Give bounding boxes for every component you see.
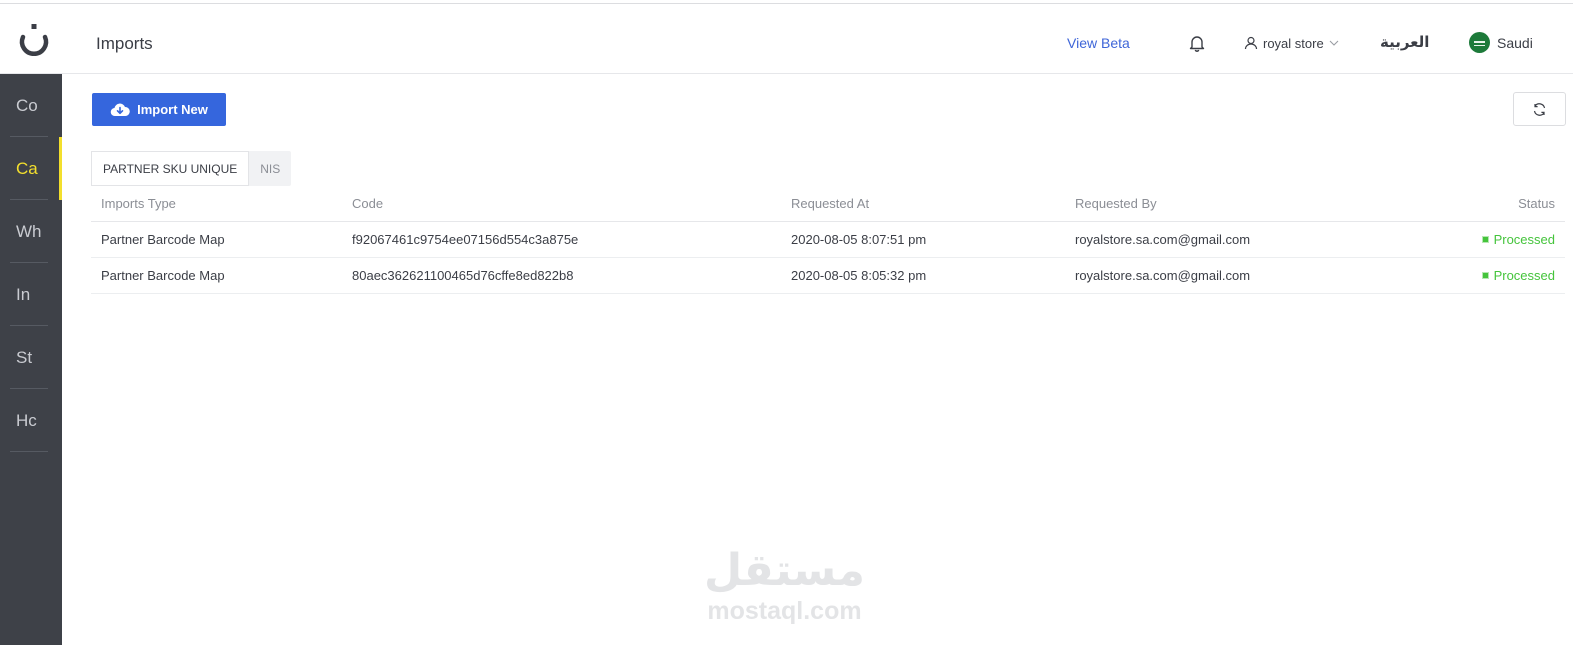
sidebar-item-co[interactable]: Co — [0, 74, 62, 137]
cloud-download-icon — [110, 103, 130, 116]
sidebar: Co Ca Wh In St Hc — [0, 74, 62, 645]
refresh-button[interactable] — [1513, 92, 1566, 126]
cell-requested-at: 2020-08-05 8:05:32 pm — [791, 268, 927, 283]
status-label: Processed — [1493, 232, 1555, 247]
column-header-imports-type: Imports Type — [101, 196, 176, 211]
cell-imports-type: Partner Barcode Map — [101, 268, 225, 283]
cell-requested-by: royalstore.sa.com@gmail.com — [1075, 232, 1251, 247]
table-row[interactable]: Partner Barcode Map 80aec362621100465d76… — [91, 258, 1565, 294]
chevron-down-icon — [1329, 40, 1339, 46]
country-label: Saudi — [1497, 34, 1533, 51]
column-header-requested-at: Requested At — [791, 196, 870, 211]
status-dot-icon — [1481, 236, 1489, 243]
sidebar-item-label: Wh — [16, 221, 42, 241]
refresh-icon — [1533, 102, 1546, 116]
cell-code: f92067461c9754ee07156d554c3a875e — [352, 232, 579, 247]
page-title: Imports — [96, 34, 153, 53]
table-row[interactable]: Partner Barcode Map f92067461c9754ee0715… — [91, 222, 1565, 258]
user-icon — [1244, 36, 1258, 50]
user-name: royal store — [1263, 35, 1324, 51]
mostaql-watermark: مستقل mostaql.com — [697, 545, 872, 635]
column-header-status: Status — [1518, 196, 1555, 211]
cell-code: 80aec362621100465d76cffe8ed822b8 — [352, 268, 574, 283]
status-badge: Processed — [1481, 232, 1555, 247]
imports-table: Imports Type Code Requested At Requested… — [91, 186, 1565, 294]
tab-nis[interactable]: NIS — [249, 151, 291, 186]
sidebar-item-label: Co — [16, 95, 38, 115]
sidebar-item-label: Hc — [16, 410, 37, 430]
sidebar-item-label: Ca — [16, 158, 38, 178]
view-beta-link[interactable]: View Beta — [1067, 35, 1130, 51]
bell-icon[interactable] — [1187, 33, 1207, 53]
column-header-code: Code — [352, 196, 384, 211]
cell-requested-by: royalstore.sa.com@gmail.com — [1075, 268, 1251, 283]
language-switch[interactable]: العربية — [1380, 33, 1429, 51]
watermark-latin: mostaql.com — [707, 597, 862, 625]
sidebar-item-label: St — [16, 347, 33, 367]
import-new-button[interactable]: Import New — [92, 93, 226, 126]
cell-imports-type: Partner Barcode Map — [101, 232, 225, 247]
import-tabs: PARTNER SKU UNIQUE NIS — [91, 151, 292, 186]
saudi-flag-icon — [1469, 32, 1490, 53]
sidebar-item-wh[interactable]: Wh — [0, 200, 62, 263]
noon-logo-icon[interactable] — [14, 20, 54, 60]
sidebar-item-ca[interactable]: Ca — [0, 137, 62, 200]
status-label: Processed — [1493, 268, 1555, 283]
sidebar-item-label: In — [16, 284, 31, 304]
sidebar-item-hc[interactable]: Hc — [0, 389, 62, 452]
sidebar-item-in[interactable]: In — [0, 263, 62, 326]
import-new-label: Import New — [137, 102, 208, 117]
cell-requested-at: 2020-08-05 8:07:51 pm — [791, 232, 927, 247]
column-header-requested-by: Requested By — [1075, 196, 1157, 211]
sidebar-item-st[interactable]: St — [0, 326, 62, 389]
status-badge: Processed — [1481, 268, 1555, 283]
table-header: Imports Type Code Requested At Requested… — [91, 186, 1565, 222]
country-selector[interactable]: Saudi — [1469, 32, 1533, 53]
watermark-arabic: مستقل — [704, 545, 865, 596]
status-dot-icon — [1481, 272, 1489, 279]
app-header: Imports View Beta royal store العربية Sa… — [0, 4, 1573, 74]
user-menu[interactable]: royal store — [1244, 34, 1339, 52]
tab-partner-sku-unique[interactable]: PARTNER SKU UNIQUE — [91, 151, 250, 186]
